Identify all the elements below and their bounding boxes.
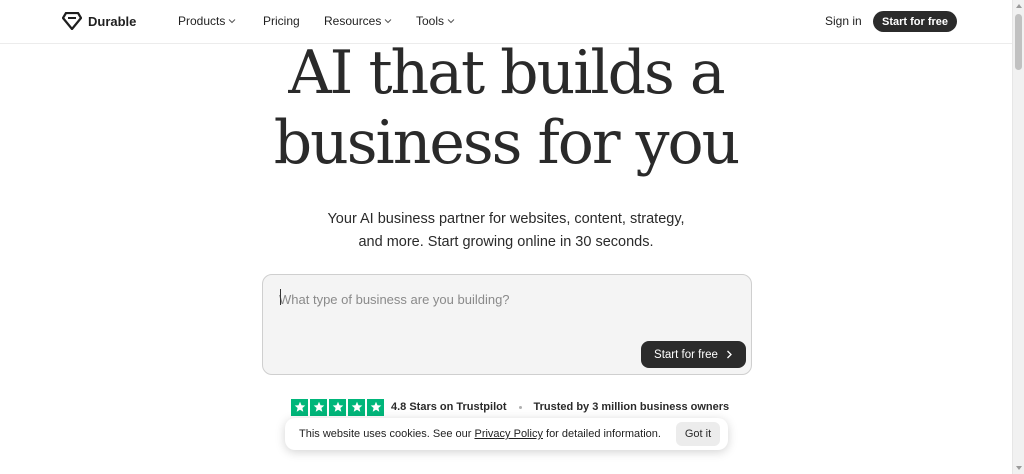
hero-title: AI that builds a business for you xyxy=(0,38,1012,178)
cookie-message: This website uses cookies. See our Priva… xyxy=(299,428,661,440)
star-icon xyxy=(348,398,365,416)
hero-title-line-2: business for you xyxy=(273,108,741,178)
cookie-accept-button[interactable]: Got it xyxy=(676,422,720,446)
cookie-banner: This website uses cookies. See our Priva… xyxy=(285,418,728,450)
cookie-text-before: This website uses cookies. See our xyxy=(299,428,475,440)
start-for-free-header-button[interactable]: Start for free xyxy=(873,11,957,32)
sign-in-link[interactable]: Sign in xyxy=(825,14,862,28)
chevron-down-icon xyxy=(385,19,392,24)
star-icon xyxy=(310,398,327,416)
scrollbar-thumb[interactable] xyxy=(1015,14,1022,70)
star-icon xyxy=(329,398,346,416)
trusted-by-text: Trusted by 3 million business owners xyxy=(533,401,730,413)
scroll-up-arrow-icon[interactable] xyxy=(1016,4,1022,8)
separator-dot xyxy=(518,405,522,409)
business-prompt-card: Start for free xyxy=(262,274,752,375)
text-caret xyxy=(280,289,281,305)
brand-name: Durable xyxy=(88,13,137,29)
hero-title-line-1: AI that builds a xyxy=(288,38,725,108)
nav-pricing[interactable]: Pricing xyxy=(263,14,300,28)
nav-tools-label: Tools xyxy=(416,14,445,28)
scroll-down-arrow-icon[interactable] xyxy=(1016,466,1022,470)
start-for-free-button-label: Start for free xyxy=(654,348,718,361)
star-icon xyxy=(291,398,308,416)
hero-subtitle-line-2: and more. Start growing online in 30 sec… xyxy=(358,234,654,250)
chevron-down-icon xyxy=(447,19,455,24)
nav-products-label: Products xyxy=(178,14,226,28)
nav-tools[interactable]: Tools xyxy=(416,14,455,28)
trustpilot-rating: 4.8 Stars on Trustpilot xyxy=(391,401,507,413)
chevron-right-icon xyxy=(726,350,732,359)
cookie-text-after: for detailed information. xyxy=(542,428,661,440)
nav-products[interactable]: Products xyxy=(178,14,236,28)
nav-resources-label: Resources xyxy=(324,14,382,28)
brand-logo[interactable]: Durable xyxy=(62,12,136,30)
page-scrollbar[interactable] xyxy=(1012,0,1024,474)
hero-subtitle-line-1: Your AI business partner for websites, c… xyxy=(327,211,685,227)
chevron-down-icon xyxy=(229,19,236,24)
nav-pricing-label: Pricing xyxy=(263,14,300,28)
trustpilot-stars xyxy=(291,398,384,416)
nav-resources[interactable]: Resources xyxy=(324,14,392,28)
trust-row: 4.8 Stars on Trustpilot Trusted by 3 mil… xyxy=(291,398,729,416)
hero-subtitle: Your AI business partner for websites, c… xyxy=(0,208,1012,254)
start-for-free-button[interactable]: Start for free xyxy=(641,341,746,368)
business-type-input[interactable] xyxy=(279,289,719,309)
star-icon xyxy=(367,398,384,416)
privacy-policy-link[interactable]: Privacy Policy xyxy=(474,428,542,440)
durable-logo-icon xyxy=(62,12,82,30)
